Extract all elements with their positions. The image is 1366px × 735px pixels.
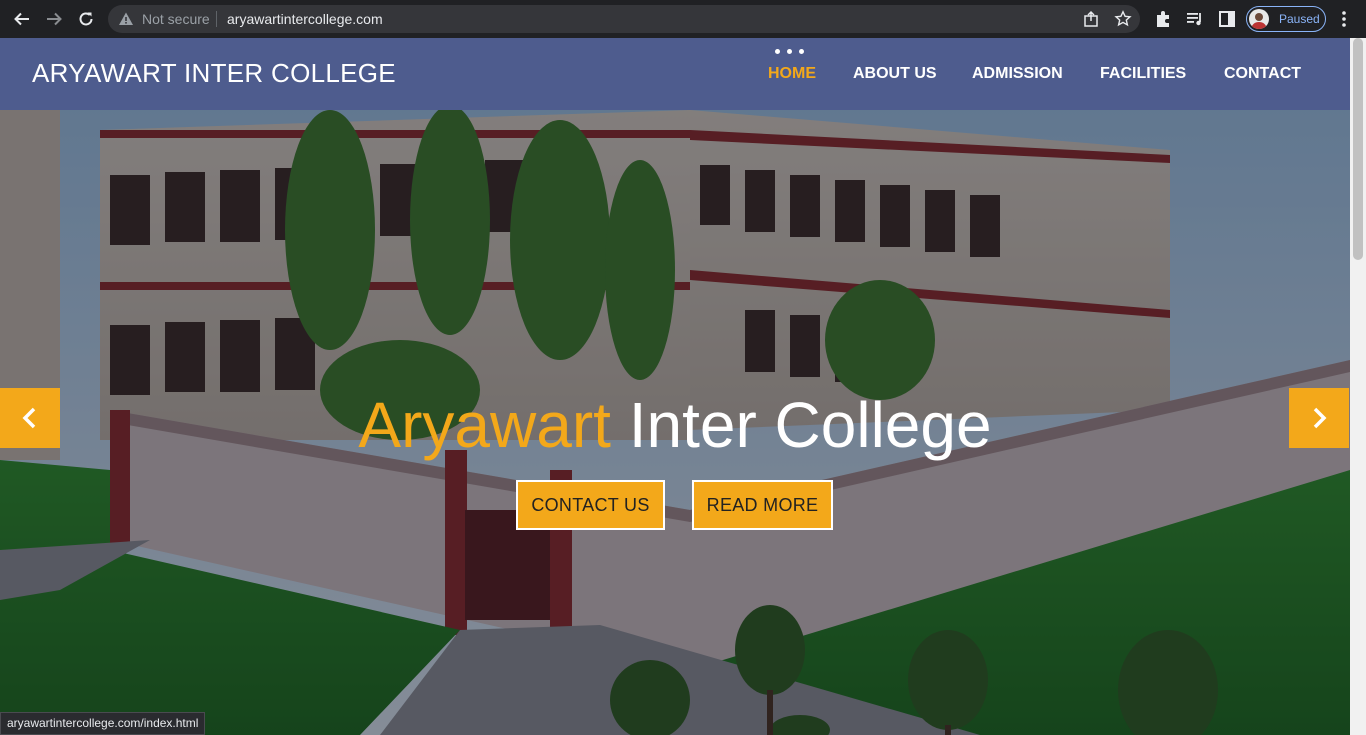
- read-more-button[interactable]: READ MORE: [692, 480, 833, 530]
- arrow-right-icon: [47, 12, 62, 26]
- nav-facilities[interactable]: FACILITIES: [1100, 65, 1186, 83]
- reload-icon: [79, 12, 93, 26]
- reload-button[interactable]: [75, 8, 97, 30]
- share-icon[interactable]: [1082, 10, 1100, 28]
- address-bar[interactable]: Not secure aryawartintercollege.com: [108, 5, 1140, 33]
- nav-contact[interactable]: CONTACT: [1224, 65, 1301, 83]
- avatar: [1249, 9, 1269, 29]
- star-icon[interactable]: [1114, 10, 1132, 28]
- site-brand[interactable]: ARYAWART INTER COLLEGE: [32, 58, 396, 88]
- media-queue-icon[interactable]: [1185, 9, 1205, 29]
- hero-title-main: Inter College: [628, 389, 992, 461]
- hero-title-accent: Aryawart: [358, 389, 611, 461]
- omnibox-separator: [216, 11, 217, 27]
- browser-toolbar: Not secure aryawartintercollege.com Paus…: [0, 0, 1366, 38]
- kebab-menu-icon[interactable]: [1334, 9, 1354, 29]
- site-navbar: ARYAWART INTER COLLEGE HOME ABOUT US ADM…: [0, 38, 1350, 110]
- nav-about-us[interactable]: ABOUT US: [853, 65, 937, 83]
- webpage: ARYAWART INTER COLLEGE HOME ABOUT US ADM…: [0, 38, 1350, 735]
- contact-us-button[interactable]: CONTACT US: [516, 480, 665, 530]
- forward-button[interactable]: [43, 8, 65, 30]
- scrollbar-thumb[interactable]: [1353, 38, 1363, 260]
- active-indicator-dots: [775, 49, 805, 55]
- puzzle-icon[interactable]: [1153, 9, 1173, 29]
- arrow-left-icon: [14, 12, 29, 26]
- status-bar-url: aryawartintercollege.com/index.html: [0, 712, 206, 735]
- back-button[interactable]: [11, 8, 33, 30]
- profile-chip[interactable]: Paused: [1246, 6, 1326, 32]
- nav-home[interactable]: HOME: [768, 65, 816, 83]
- profile-status: Paused: [1279, 12, 1320, 26]
- nav-admission[interactable]: ADMISSION: [972, 65, 1063, 83]
- url-text[interactable]: aryawartintercollege.com: [227, 11, 383, 27]
- warning-triangle-icon: [119, 12, 133, 25]
- hero-title: Aryawart Inter College: [0, 388, 1350, 462]
- side-panel-icon[interactable]: [1217, 9, 1237, 29]
- page-scrollbar[interactable]: [1350, 38, 1366, 735]
- security-indicator[interactable]: Not secure: [142, 11, 210, 27]
